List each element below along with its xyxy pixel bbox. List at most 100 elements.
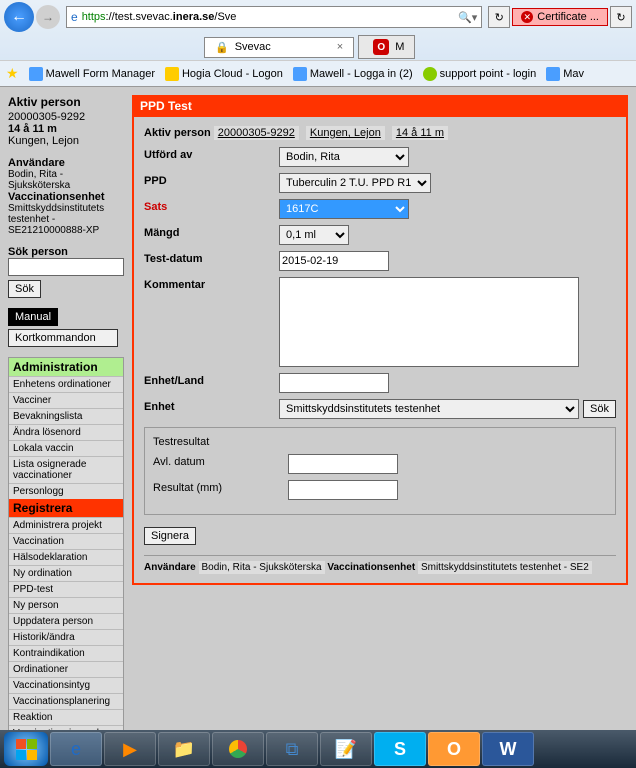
nav-item[interactable]: Vacciner	[9, 392, 123, 408]
fav-item[interactable]: Mawell Form Manager	[29, 67, 155, 81]
kommentar-label: Kommentar	[144, 277, 279, 291]
tab-bar: 🔒 Svevac × O M	[0, 34, 636, 60]
kortkommandon-button[interactable]: Kortkommandon	[8, 329, 118, 347]
back-button[interactable]: ←	[4, 2, 34, 32]
avl-datum-label: Avl. datum	[153, 454, 288, 468]
enhet-label: Enhet	[144, 399, 279, 413]
browser-chrome: ← → e https://test.svevac.inera.se/Sve 🔍…	[0, 0, 636, 87]
search-person-input[interactable]	[8, 258, 124, 276]
signera-button[interactable]: Signera	[144, 527, 196, 545]
nav-item[interactable]: Ordinationer	[9, 661, 123, 677]
utford-av-label: Utförd av	[144, 147, 279, 161]
taskbar-skype[interactable]: S	[374, 732, 426, 766]
fav-item[interactable]: Mav	[546, 67, 584, 81]
nav-item[interactable]: PPD-test	[9, 581, 123, 597]
fav-item[interactable]: Mawell - Logga in (2)	[293, 67, 413, 81]
search-person-label: Sök person	[8, 246, 124, 258]
taskbar-outlook[interactable]: O	[428, 732, 480, 766]
nav-item[interactable]: Reaktion	[9, 709, 123, 725]
enhet-land-input[interactable]	[279, 373, 389, 393]
taskbar-explorer[interactable]: 📁	[158, 732, 210, 766]
green-favicon	[423, 67, 437, 81]
nav-item[interactable]: Vaccination	[9, 533, 123, 549]
refresh-button[interactable]: ↻	[488, 6, 510, 28]
taskbar-ie[interactable]: e	[50, 732, 102, 766]
tab-favicon: 🔒	[215, 41, 229, 54]
mangd-select[interactable]: 0,1 ml	[279, 225, 349, 245]
taskbar-word[interactable]: W	[482, 732, 534, 766]
tab-other[interactable]: O M	[358, 35, 415, 59]
sidebar: Aktiv person 20000305-9292 14 å 11 m Kun…	[8, 95, 124, 758]
kommentar-textarea[interactable]	[279, 277, 579, 367]
aktiv-name-link[interactable]: Kungen, Lejon	[306, 126, 385, 140]
test-datum-label: Test-datum	[144, 251, 279, 265]
nav-item[interactable]: Lista osignerade vaccinationer	[9, 456, 123, 483]
nav-item[interactable]: Ändra lösenord	[9, 424, 123, 440]
user-label: Användare	[8, 157, 124, 169]
nav-item[interactable]: Kontraindikation	[9, 645, 123, 661]
vacc-unit-label: Vaccinationsenhet	[8, 191, 124, 203]
aktiv-age-link[interactable]: 14 å 11 m	[392, 126, 448, 140]
resultat-input[interactable]	[288, 480, 398, 500]
sats-select[interactable]: 1617C	[279, 199, 409, 219]
main-panel: PPD Test Aktiv person 20000305-9292 Kung…	[132, 95, 628, 758]
opera-icon: O	[373, 39, 389, 55]
ppd-select[interactable]: Tuberculin 2 T.U. PPD R1	[279, 173, 431, 193]
nav-item[interactable]: Enhetens ordinationer	[9, 376, 123, 392]
search-dropdown-icon[interactable]: 🔍▾	[458, 11, 477, 24]
certificate-error[interactable]: ✕ Certificate ...	[512, 8, 608, 26]
ppd-label: PPD	[144, 173, 279, 187]
footer-info: Användare Bodin, Rita - Sjuksköterska Va…	[144, 555, 616, 573]
nav-item[interactable]: Administrera projekt	[9, 517, 123, 533]
admin-header: Administration	[9, 358, 123, 376]
taskbar-notes[interactable]: 📝	[320, 732, 372, 766]
reg-header: Registrera	[9, 499, 123, 517]
close-tab-icon[interactable]: ×	[337, 41, 343, 53]
enhet-land-label: Enhet/Land	[144, 373, 279, 387]
sats-label: Sats	[144, 199, 279, 213]
fav-item[interactable]: support point - login	[423, 67, 537, 81]
test-datum-input[interactable]	[279, 251, 389, 271]
ie-favicon	[546, 67, 560, 81]
nav-item[interactable]: Lokala vaccin	[9, 440, 123, 456]
fav-item[interactable]: Hogia Cloud - Logon	[165, 67, 283, 81]
nav-item[interactable]: Vaccinationsplanering	[9, 693, 123, 709]
tab-svevac[interactable]: 🔒 Svevac ×	[204, 37, 354, 58]
taskbar-app1[interactable]: ⧉	[266, 732, 318, 766]
enhet-sok-button[interactable]: Sök	[583, 400, 616, 418]
utford-av-select[interactable]: Bodin, Rita	[279, 147, 409, 167]
chrome-icon	[229, 740, 247, 758]
aktiv-person-label: Aktiv person	[8, 95, 124, 109]
windows-logo-icon	[16, 739, 37, 760]
nav-item[interactable]: Vaccinationsintyg	[9, 677, 123, 693]
nav-item[interactable]: Ny ordination	[9, 565, 123, 581]
error-icon: ✕	[521, 11, 533, 23]
nav-item[interactable]: Personlogg	[9, 483, 123, 499]
nav-item[interactable]: Uppdatera person	[9, 613, 123, 629]
forward-button[interactable]: →	[36, 5, 60, 29]
testresultat-panel: Testresultat Avl. datum Resultat (mm)	[144, 427, 616, 515]
mangd-label: Mängd	[144, 225, 279, 239]
manual-button[interactable]: Manual	[8, 308, 58, 326]
url-https: https	[82, 11, 106, 23]
nav-item[interactable]: Bevakningslista	[9, 408, 123, 424]
nav-item[interactable]: Historik/ändra	[9, 629, 123, 645]
taskbar-mediaplayer[interactable]: ▶	[104, 732, 156, 766]
start-button[interactable]	[4, 732, 48, 766]
enhet-select[interactable]: Smittskyddsinstitutets testenhet	[279, 399, 579, 419]
stop-button[interactable]: ↻	[610, 6, 632, 28]
favorites-bar: ★ Mawell Form Manager Hogia Cloud - Logo…	[0, 60, 636, 86]
nav-item[interactable]: Hälsodeklaration	[9, 549, 123, 565]
testresultat-title: Testresultat	[153, 436, 607, 448]
user-value: Bodin, Rita - Sjuksköterska	[8, 169, 124, 191]
aktiv-id-link[interactable]: 20000305-9292	[214, 126, 299, 140]
nav-item[interactable]: Ny person	[9, 597, 123, 613]
aktiv-person-id: 20000305-9292	[8, 111, 124, 123]
favorites-star-icon[interactable]: ★	[6, 65, 19, 82]
search-button[interactable]: Sök	[8, 280, 41, 298]
nav-administration: Administration Enhetens ordinationer Vac…	[8, 357, 124, 758]
aktiv-person-row: Aktiv person 20000305-9292 Kungen, Lejon…	[144, 127, 616, 139]
avl-datum-input[interactable]	[288, 454, 398, 474]
taskbar-chrome[interactable]	[212, 732, 264, 766]
address-bar[interactable]: e https://test.svevac.inera.se/Sve 🔍▾	[66, 6, 482, 28]
